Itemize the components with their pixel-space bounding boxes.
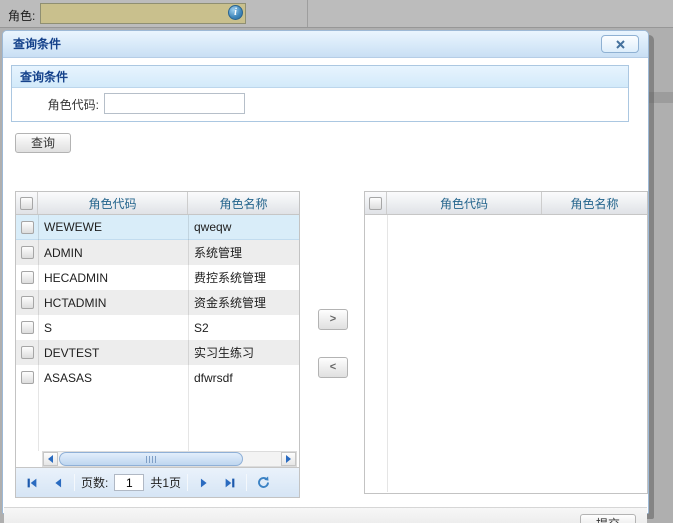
row-checkbox[interactable] [21, 221, 34, 234]
row-checkbox[interactable] [21, 346, 34, 359]
available-roles-grid: 角色代码 角色名称 WEWEWE qweqw ADMIN 系统管理 HECADM… [15, 191, 300, 498]
role-name-cell: 系统管理 [188, 244, 299, 261]
role-name-cell: 费控系统管理 [188, 269, 299, 286]
role-code-cell: WEWEWE [38, 220, 188, 234]
horizontal-scrollbar[interactable] [42, 451, 297, 467]
select-all-checkbox[interactable] [369, 197, 382, 210]
table-row[interactable]: HECADMIN 费控系统管理 [16, 265, 299, 290]
row-checkbox[interactable] [21, 296, 34, 309]
dialog-titlebar[interactable]: 查询条件 [3, 31, 648, 58]
first-page-icon [25, 476, 39, 490]
column-header-role-code[interactable]: 角色代码 [387, 192, 542, 214]
scroll-right-icon [285, 455, 292, 463]
submit-button[interactable]: 提交 [580, 514, 636, 523]
role-code-cell: HECADMIN [38, 271, 188, 285]
prev-page-button[interactable] [48, 473, 68, 493]
last-page-button[interactable] [220, 473, 240, 493]
row-checkbox[interactable] [21, 321, 34, 334]
select-all-checkbox[interactable] [20, 197, 33, 210]
first-page-button[interactable] [22, 473, 42, 493]
dialog-footer: 提交 [4, 507, 647, 523]
dialog-title: 查询条件 [13, 31, 61, 58]
query-panel-body: 角色代码: [12, 88, 628, 121]
role-code-cell: ADMIN [38, 246, 188, 260]
role-code-cell: S [38, 321, 188, 335]
close-icon [615, 39, 626, 50]
pagination-bar: 页数: 共1页 [16, 467, 299, 497]
column-divider [188, 215, 189, 451]
dialog-body: 查询条件 角色代码: 查询 角色代码 角色名称 WEWE [3, 58, 648, 513]
role-code-cell: DEVTEST [38, 346, 188, 360]
pager-separator [246, 474, 247, 491]
grid-header: 角色代码 角色名称 [365, 192, 647, 215]
query-dialog: 查询条件 查询条件 角色代码: 查询 [2, 30, 649, 514]
table-row[interactable]: ADMIN 系统管理 [16, 240, 299, 265]
role-name-cell: qweqw [188, 220, 299, 234]
table-row[interactable]: DEVTEST 实习生练习 [16, 340, 299, 365]
column-divider [38, 215, 39, 451]
prev-page-icon [51, 476, 65, 490]
row-checkbox[interactable] [21, 246, 34, 259]
role-name-cell: dfwrsdf [188, 371, 299, 385]
table-row[interactable]: WEWEWE qweqw [16, 215, 299, 240]
page-label: 页数: [81, 474, 108, 491]
refresh-icon [256, 475, 271, 490]
masked-page-stripe [649, 92, 673, 103]
query-button[interactable]: 查询 [15, 133, 71, 153]
role-name-cell: S2 [188, 321, 299, 335]
row-checkbox[interactable] [21, 271, 34, 284]
move-left-button[interactable]: < [318, 357, 348, 378]
table-row[interactable]: S S2 [16, 315, 299, 340]
role-field-input[interactable] [40, 3, 246, 24]
next-page-button[interactable] [194, 473, 214, 493]
scrollbar-thumb[interactable] [59, 452, 243, 466]
role-code-label: 角色代码: [32, 96, 99, 113]
role-field-label: 角色: [8, 7, 35, 24]
pager-separator [74, 474, 75, 491]
query-panel-header: 查询条件 [12, 66, 628, 88]
next-page-icon [197, 476, 211, 490]
scroll-left-icon [47, 455, 54, 463]
scroll-right-button[interactable] [281, 452, 296, 466]
move-right-button[interactable]: > [318, 309, 348, 330]
column-header-role-name[interactable]: 角色名称 [542, 192, 647, 214]
query-conditions-panel: 查询条件 角色代码: [11, 65, 629, 122]
table-row[interactable]: HCTADMIN 资金系统管理 [16, 290, 299, 315]
column-header-role-code[interactable]: 角色代码 [38, 192, 188, 214]
pager-separator [187, 474, 188, 491]
select-all-cell [365, 192, 387, 214]
column-header-role-name[interactable]: 角色名称 [188, 192, 299, 214]
close-button[interactable] [601, 35, 639, 53]
role-name-cell: 实习生练习 [188, 344, 299, 361]
role-code-input[interactable] [104, 93, 245, 114]
selected-roles-grid: 角色代码 角色名称 [364, 191, 648, 494]
last-page-icon [223, 476, 237, 490]
row-checkbox[interactable] [21, 371, 34, 384]
total-pages-label: 共1页 [150, 474, 181, 491]
page-top-bar: 角色: i [0, 0, 673, 28]
page-number-input[interactable] [114, 474, 144, 491]
column-divider [387, 215, 388, 492]
role-name-cell: 资金系统管理 [188, 294, 299, 311]
screen: 角色: i 查询条件 查询条件 角色代码: 查询 [0, 0, 673, 523]
select-all-cell [16, 192, 38, 214]
refresh-button[interactable] [253, 473, 273, 493]
info-icon[interactable]: i [228, 5, 243, 20]
top-bar-divider [307, 0, 308, 27]
table-row[interactable]: ASASAS dfwrsdf [16, 365, 299, 390]
role-code-cell: ASASAS [38, 371, 188, 385]
role-code-cell: HCTADMIN [38, 296, 188, 310]
scroll-left-button[interactable] [43, 452, 58, 466]
grid-header: 角色代码 角色名称 [16, 192, 299, 215]
